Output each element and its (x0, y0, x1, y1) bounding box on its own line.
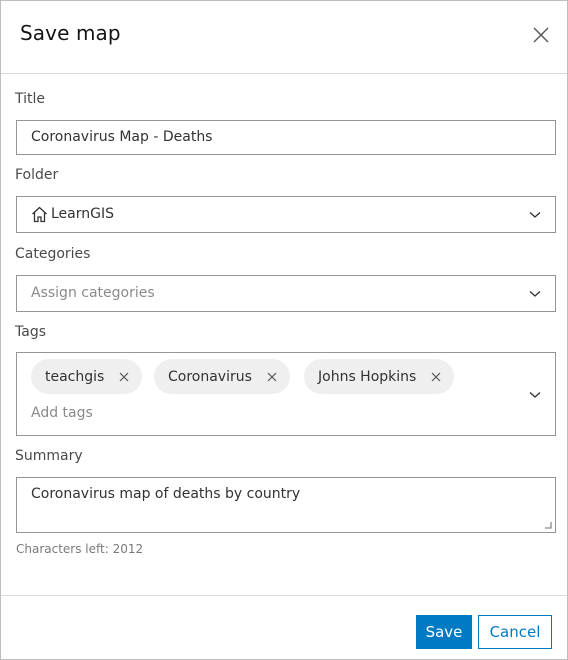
close-icon[interactable] (532, 26, 550, 44)
chevron-down-icon (529, 212, 541, 218)
tags-input[interactable]: teachgis Coronavirus Johns Hopkins Add t… (16, 352, 556, 436)
tag-chip-label: teachgis (45, 368, 105, 385)
remove-tag-icon[interactable] (119, 372, 129, 382)
cancel-button[interactable]: Cancel (478, 615, 552, 649)
save-button[interactable]: Save (416, 615, 472, 649)
tag-chip-label: Coronavirus (168, 368, 252, 385)
folder-select[interactable]: LearnGIS (16, 196, 556, 233)
title-label: Title (15, 91, 46, 107)
summary-label: Summary (15, 448, 83, 464)
chevron-down-icon[interactable] (529, 391, 541, 399)
tag-chip[interactable]: Johns Hopkins (304, 359, 455, 394)
chevron-down-icon (529, 291, 541, 297)
remove-tag-icon[interactable] (267, 372, 277, 382)
remove-tag-icon[interactable] (431, 372, 441, 382)
tags-label: Tags (15, 324, 46, 340)
categories-label: Categories (15, 246, 91, 262)
categories-select[interactable]: Assign categories (16, 275, 556, 312)
summary-textarea-value: Coronavirus map of deaths by country (31, 486, 301, 502)
resize-handle-icon[interactable] (544, 521, 552, 529)
title-input-value: Coronavirus Map - Deaths (31, 129, 213, 145)
save-map-dialog: Save map Title Coronavirus Map - Deaths … (0, 0, 568, 660)
dialog-title: Save map (20, 21, 121, 45)
folder-select-value: LearnGIS (51, 206, 114, 222)
home-icon (32, 206, 47, 223)
dialog-footer: Save Cancel (1, 595, 567, 660)
characters-left-text: Characters left: 2012 (16, 542, 144, 556)
add-tags-placeholder[interactable]: Add tags (31, 405, 93, 421)
tag-chip[interactable]: Coronavirus (154, 359, 290, 394)
folder-label: Folder (15, 167, 59, 183)
title-input[interactable]: Coronavirus Map - Deaths (16, 120, 556, 155)
tag-chip-label: Johns Hopkins (318, 368, 417, 385)
categories-placeholder: Assign categories (31, 285, 155, 301)
summary-textarea[interactable]: Coronavirus map of deaths by country (16, 477, 556, 533)
dialog-header: Save map (1, 1, 567, 74)
tag-chip[interactable]: teachgis (31, 359, 143, 394)
